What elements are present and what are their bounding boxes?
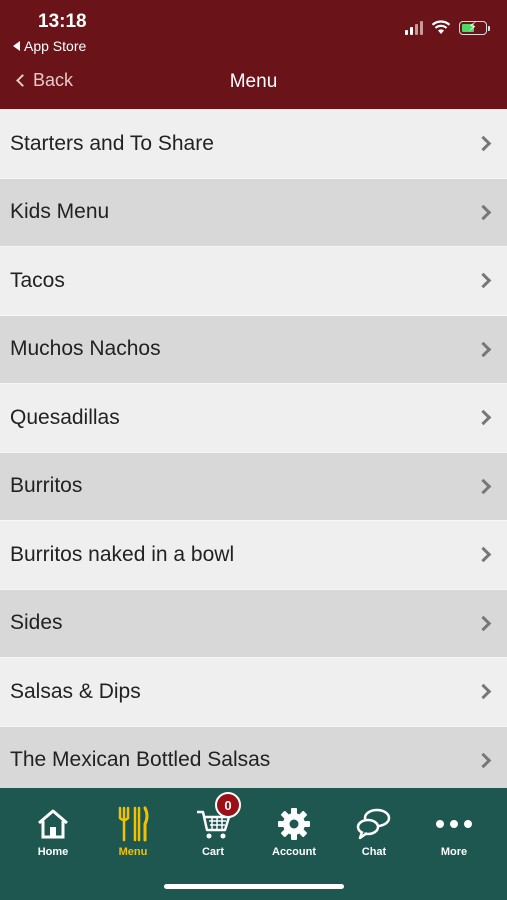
tab-menu[interactable]: Menu	[93, 804, 173, 858]
list-item[interactable]: Starters and To Share	[0, 110, 507, 179]
list-item[interactable]: Muchos Nachos	[0, 315, 507, 384]
back-triangle-icon	[13, 41, 20, 51]
list-item-label: The Mexican Bottled Salsas	[10, 748, 271, 772]
tab-label: Menu	[118, 846, 148, 858]
menu-list: Starters and To Share Kids Menu Tacos Mu…	[0, 110, 507, 795]
list-item[interactable]: The Mexican Bottled Salsas	[0, 726, 507, 795]
tab-account[interactable]: Account	[254, 804, 334, 858]
tab-more[interactable]: More	[414, 804, 494, 858]
list-item-label: Burritos	[10, 474, 83, 498]
chevron-right-icon	[475, 546, 492, 563]
chevron-right-icon	[475, 272, 492, 289]
list-item[interactable]: Sides	[0, 589, 507, 658]
fork-knife-icon	[118, 806, 149, 842]
list-item[interactable]: Burritos	[0, 452, 507, 521]
header: 13:18 App Store ⚡ Back Menu	[0, 0, 507, 109]
status-time: 13:18	[38, 11, 87, 32]
home-icon	[38, 809, 68, 839]
list-item[interactable]: Salsas & Dips	[0, 658, 507, 727]
list-item-label: Burritos naked in a bowl	[10, 542, 235, 566]
status-back-label: App Store	[24, 38, 87, 54]
chevron-right-icon	[475, 683, 492, 700]
list-item-label: Sides	[10, 611, 63, 635]
tab-home[interactable]: Home	[13, 804, 93, 858]
cart-badge: 0	[215, 792, 241, 818]
signal-icon	[405, 21, 423, 35]
chevron-right-icon	[475, 752, 492, 769]
chevron-right-icon	[475, 341, 492, 358]
list-item-label: Salsas & Dips	[10, 679, 141, 703]
chevron-right-icon	[475, 135, 492, 152]
list-item-label: Quesadillas	[10, 405, 120, 429]
tab-label: More	[440, 846, 468, 858]
tab-label: Account	[272, 846, 316, 858]
list-item[interactable]: Tacos	[0, 247, 507, 316]
list-item-label: Tacos	[10, 268, 65, 292]
tab-chat[interactable]: Chat	[334, 804, 414, 858]
wifi-icon	[431, 20, 451, 34]
gear-icon	[278, 808, 310, 840]
chevron-right-icon	[475, 204, 492, 221]
home-indicator[interactable]	[164, 884, 344, 889]
list-item-label: Muchos Nachos	[10, 337, 161, 361]
tab-cart[interactable]: Cart 0	[173, 792, 253, 858]
more-icon	[436, 820, 472, 828]
chevron-right-icon	[475, 409, 492, 426]
list-item-label: Kids Menu	[10, 200, 110, 224]
list-item[interactable]: Burritos naked in a bowl	[0, 521, 507, 590]
battery-icon: ⚡	[459, 19, 490, 35]
chevron-right-icon	[475, 615, 492, 632]
list-item[interactable]: Quesadillas	[0, 384, 507, 453]
tab-label: Cart	[201, 846, 224, 858]
tab-label: Home	[37, 846, 69, 858]
chevron-right-icon	[475, 478, 492, 495]
tab-label: Chat	[361, 846, 387, 858]
page-title: Menu	[229, 71, 278, 92]
list-item[interactable]: Kids Menu	[0, 178, 507, 247]
status-icons: ⚡	[405, 19, 490, 35]
chat-icon	[356, 808, 391, 840]
tab-bar: Home Menu Cart 0 Account Chat More	[0, 788, 507, 900]
list-item-label: Starters and To Share	[10, 131, 214, 155]
status-back-app[interactable]: App Store	[13, 38, 86, 54]
